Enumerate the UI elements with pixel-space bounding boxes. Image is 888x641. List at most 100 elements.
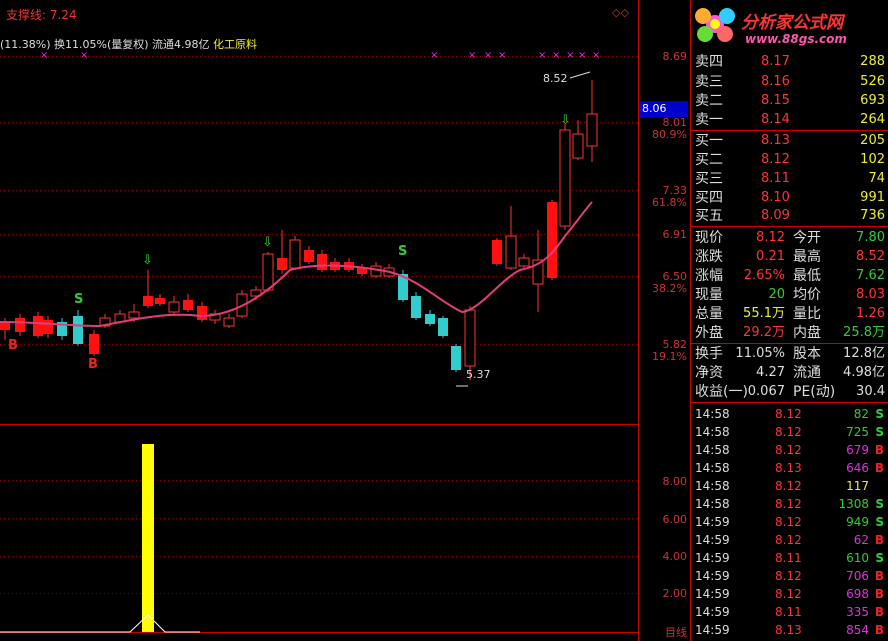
candlestick [425,314,435,324]
candlestick [505,235,517,269]
candlestick [128,311,140,319]
candlestick [464,309,476,367]
tick-row[interactable]: 14:58 8.13 646 B [693,459,887,477]
candlestick [304,250,314,262]
tick-row[interactable]: 14:58 8.12 82 S [693,405,887,423]
stat-row: 涨幅 2.65% 最低 7.62 [695,268,885,284]
sector-name[interactable]: 化工原料 [213,38,257,51]
candlestick [438,318,448,336]
x-marker-icon: × [468,50,476,61]
candlestick [223,317,235,327]
candlestick [33,316,43,336]
tick-row[interactable]: 14:59 8.13 854 B [693,621,887,639]
volume-bar [142,444,154,632]
candlestick [168,301,180,313]
volume-axis-tick: 2.00 [662,587,688,600]
down-arrow-icon: ⇩ [142,253,153,268]
candlestick [262,253,274,291]
tick-row[interactable]: 14:59 8.12 949 S [693,513,887,531]
bid-row[interactable]: 买五 8.09 736 [693,207,887,225]
stat-row: 净资 4.27 流通 4.98亿 [695,365,885,381]
sell-marker: S [398,244,408,259]
tick-row[interactable]: 14:58 8.12 117 [693,477,887,495]
candlestick [586,113,598,147]
candlestick [572,133,584,159]
stat-row: 换手 11.05% 股本 12.8亿 [695,346,885,362]
stat-row: 外盘 29.2万 内盘 25.8万 [695,325,885,341]
support-line-label: 支撑线: 7.24 [6,8,77,22]
ask-row[interactable]: 卖二 8.15 693 [693,92,887,110]
tick-row[interactable]: 14:58 8.12 1308 S [693,495,887,513]
quote-panel: 分析家公式网 www.88gs.com 卖四 8.17 288 卖三 8.16 526 … [690,0,888,641]
tick-row[interactable]: 14:59 8.11 335 B [693,603,887,621]
candlestick [43,320,53,334]
candlestick [518,257,530,267]
bid-row[interactable]: 买四 8.10 991 [693,189,887,207]
sell-marker: S [74,292,84,307]
bid-row[interactable]: 买一 8.13 205 [693,132,887,150]
candlestick [197,306,207,320]
stat-row: 现量 20 均价 8.03 [695,287,885,303]
info-prefix: (11.38%) 换11.05%(量复权) 流通4.98亿 [0,38,210,51]
tick-row[interactable]: 14:58 8.12 679 B [693,441,887,459]
tick-row[interactable]: 14:59 8.11 610 S [693,549,887,567]
chart-area[interactable]: × × × × × × × × × × × ⇩ ⇩ ⇩ 支撑线: 7.24 ◇◇ (11.38%) 换1… [0,0,640,641]
logo-url: www.88gs.com [745,32,847,46]
candlestick [411,296,421,318]
stat-row: 现价 8.12 今开 7.80 [695,230,885,246]
x-marker-icon: × [498,50,506,61]
tick-row[interactable]: 14:59 8.12 698 B [693,585,887,603]
ask-row[interactable]: 卖四 8.17 288 [693,53,887,71]
candlestick [317,254,327,270]
price-axis: 8.69 8.01 80.9% 7.33 61.8% 6.91 6.50 38.… [640,0,690,641]
axis-tick: 80.9% [652,128,687,141]
x-marker-icon: × [578,50,586,61]
current-price-box: 8.06 [640,101,688,117]
ask-row[interactable]: 卖三 8.16 526 [693,73,887,91]
candlestick [451,346,461,370]
candlestick [155,298,165,304]
candlestick [183,300,193,310]
buy-marker: B [8,338,18,353]
down-arrow-icon: ⇩ [560,113,571,128]
candlestick [15,318,25,332]
logo: 分析家公式网 www.88gs.com [691,0,888,52]
candlestick [143,296,153,306]
axis-tick: 6.91 [662,228,688,241]
volume-axis-tick: 4.00 [662,550,688,563]
stat-row: 总量 55.1万 量比 1.26 [695,306,885,322]
tick-row[interactable]: 14:58 8.12 725 S [693,423,887,441]
volume-axis-tick: 8.00 [662,475,688,488]
candlestick [492,240,502,264]
candlestick [357,268,367,274]
volume-axis-label: 目线 [665,626,687,639]
bid-row[interactable]: 买二 8.12 102 [693,151,887,169]
tick-row[interactable]: 14:59 8.12 706 B [693,567,887,585]
tick-row[interactable]: 14:59 8.12 62 B [693,531,887,549]
candlestick [73,316,83,344]
x-marker-icon: × [484,50,492,61]
candlestick [559,129,571,227]
axis-tick: 38.2% [652,282,687,295]
ask-row[interactable]: 卖一 8.14 264 [693,111,887,129]
high-price-label: 8.52 [543,72,568,85]
stat-row: 收益(一) 0.067 PE(动) 30.4 [695,384,885,400]
bid-row[interactable]: 买三 8.11 74 [693,170,887,188]
x-marker-icon: × [592,50,600,61]
x-marker-icon: × [552,50,560,61]
x-marker-icon: × [538,50,546,61]
axis-tick: 8.69 [662,50,688,63]
candlestick [277,258,287,270]
volume-line [0,614,200,633]
candlestick [0,322,10,330]
down-arrow-icon: ⇩ [262,235,273,250]
axis-tick: 61.8% [652,196,687,209]
candlestick [547,202,557,278]
candlestick [89,334,99,354]
x-marker-icon: × [566,50,574,61]
axis-tick: 19.1% [652,350,687,363]
stat-row: 涨跌 0.21 最高 8.52 [695,249,885,265]
stock-info-line: (11.38%) 换11.05%(量复权) 流通4.98亿 化工原料 [0,36,257,52]
kline-chart[interactable]: × × × × × × × × × × × ⇩⇩⇩ [0,0,640,641]
corner-icons[interactable]: ◇◇ [612,6,629,19]
